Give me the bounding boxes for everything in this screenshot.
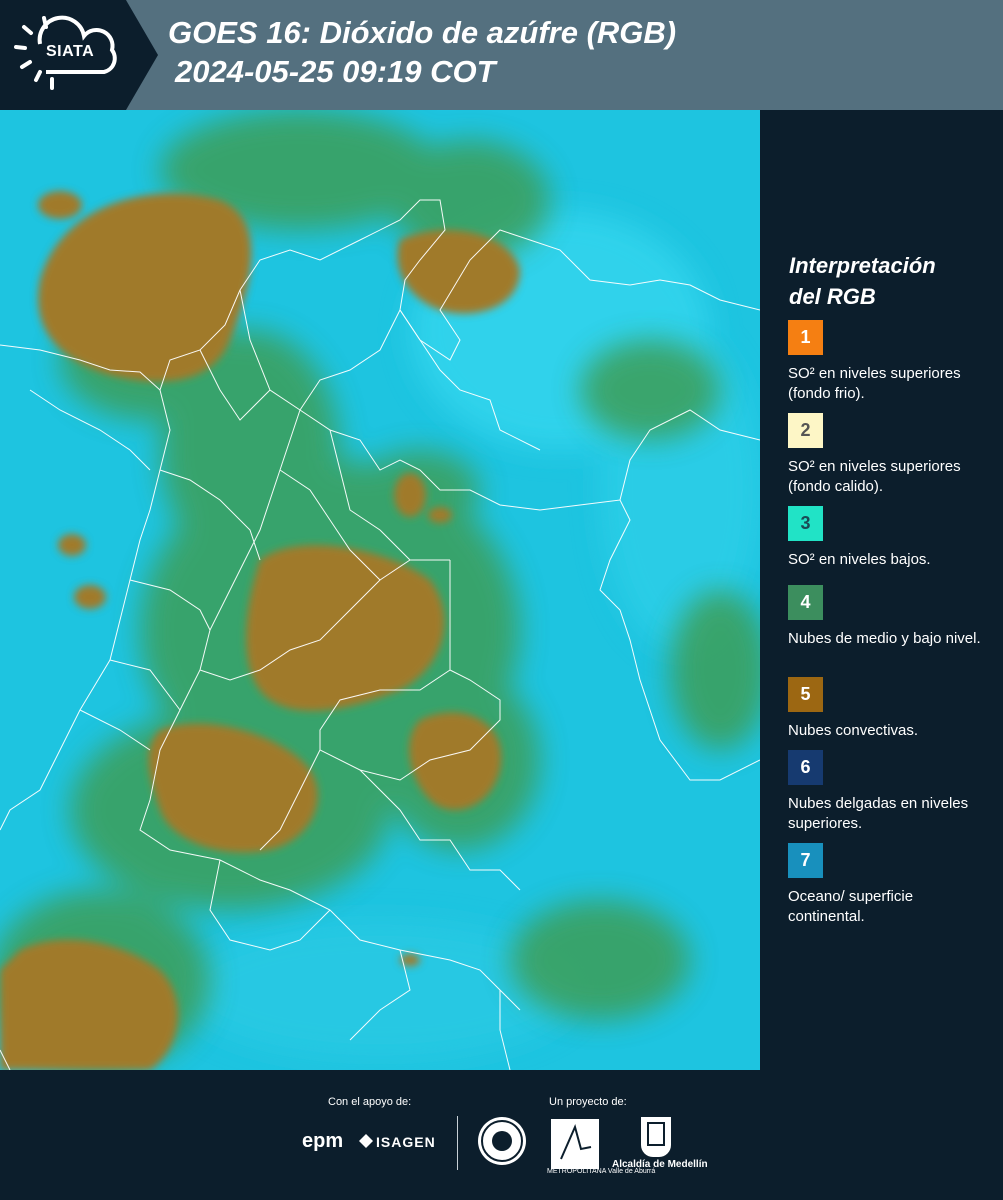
legend-item-2: 2 SO² en niveles superiores (fondo calid…: [788, 413, 993, 497]
legend-swatch-1: 1: [788, 320, 823, 355]
header-bar: SIATA GOES 16: Dióxido de azúfre (RGB) 2…: [0, 0, 1003, 110]
legend-item-6: 6 Nubes delgadas en niveles superiores.: [788, 750, 993, 834]
legend-text-2: SO² en niveles superiores (fondo calido)…: [788, 458, 961, 495]
area-metropolitana-logo[interactable]: [551, 1119, 599, 1169]
legend-swatch-3: 3: [788, 506, 823, 541]
legend-swatch-2: 2: [788, 413, 823, 448]
footer-divider: [457, 1116, 458, 1170]
isagen-mark-icon: [359, 1134, 373, 1148]
legend-item-1: 1 SO² en niveles superiores (fondo frio)…: [788, 320, 993, 404]
legend-title-line2: del RGB: [789, 284, 876, 309]
legend-text-6: Nubes delgadas en niveles superiores.: [788, 795, 969, 832]
legend-title: Interpretación del RGB: [789, 250, 989, 312]
page-timestamp: 2024-05-25 09:19 COT: [175, 54, 496, 89]
page-title: GOES 16: Dióxido de azúfre (RGB): [168, 15, 677, 50]
epm-logo[interactable]: epm: [302, 1130, 343, 1153]
legend-text-7: Oceano/ superficie continental.: [788, 888, 914, 925]
legend-item-5: 5 Nubes convectivas.: [788, 677, 993, 761]
legend-text-1: SO² en niveles superiores (fondo frio).: [788, 365, 961, 402]
legend-item-3: 3 SO² en niveles bajos.: [788, 506, 993, 590]
legend-panel: Interpretación del RGB 1 SO² en niveles …: [760, 110, 1003, 1070]
legend-swatch-4: 4: [788, 585, 823, 620]
legend-item-7: 7 Oceano/ superficie continental.: [788, 843, 993, 927]
legend-title-line1: Interpretación: [789, 253, 936, 278]
footer: Con el apoyo de: Un proyecto de: epm ISA…: [0, 1070, 1003, 1200]
project-label: Un proyecto de:: [549, 1096, 627, 1108]
alcaldia-shield-icon[interactable]: [641, 1117, 671, 1157]
legend-item-4: 4 Nubes de medio y bajo nivel.: [788, 585, 993, 669]
brand-name: SIATA: [46, 43, 95, 60]
legend-text-3: SO² en niveles bajos.: [788, 551, 931, 568]
legend-text-4: Nubes de medio y bajo nivel.: [788, 630, 981, 647]
legend-swatch-6: 6: [788, 750, 823, 785]
legend-swatch-5: 5: [788, 677, 823, 712]
medellin-seal-logo[interactable]: [478, 1117, 526, 1165]
isagen-logo[interactable]: ISAGEN: [376, 1134, 436, 1150]
satellite-map[interactable]: [0, 110, 760, 1070]
legend-swatch-7: 7: [788, 843, 823, 878]
support-label: Con el apoyo de:: [328, 1096, 412, 1108]
siata-logo[interactable]: SIATA: [0, 0, 158, 110]
alcaldia-label: Alcaldía de Medellín: [612, 1159, 708, 1170]
